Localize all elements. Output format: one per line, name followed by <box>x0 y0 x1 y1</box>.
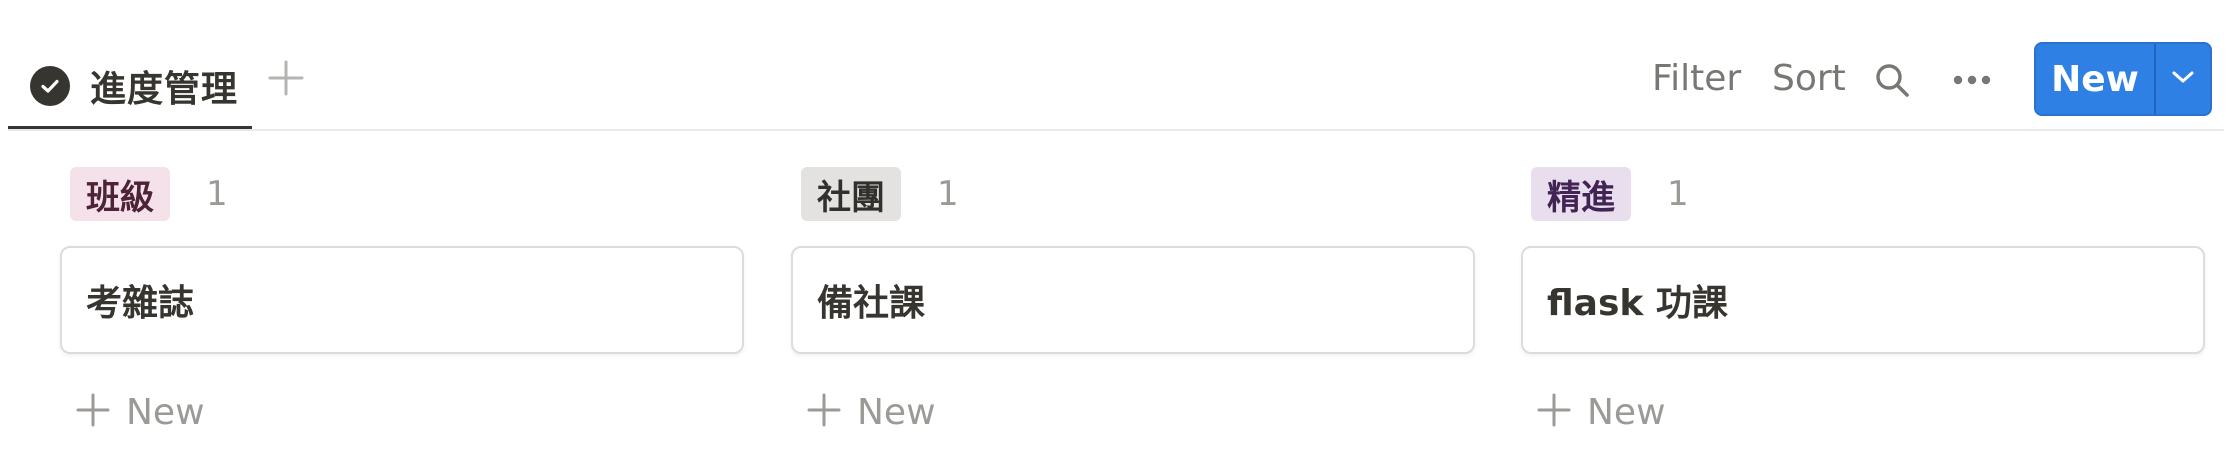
board-card[interactable]: 考雜誌 <box>60 246 744 354</box>
column-header: 班級 1 <box>70 166 228 222</box>
board-card[interactable]: flask 功課 <box>1521 246 2205 354</box>
group-tag[interactable]: 班級 <box>70 167 170 221</box>
add-card-label: New <box>1587 391 1666 433</box>
plus-icon <box>1537 393 1571 431</box>
group-tag[interactable]: 精進 <box>1531 167 1631 221</box>
check-circle-icon <box>30 66 70 106</box>
column-header: 社團 1 <box>801 166 959 222</box>
new-button-group: New <box>2034 42 2212 116</box>
add-view-button[interactable] <box>262 56 310 104</box>
header-divider <box>8 129 2224 131</box>
card-title: flask 功課 <box>1547 283 1728 324</box>
add-card-label: New <box>126 391 205 433</box>
card-title: 考雜誌 <box>86 283 195 324</box>
chevron-down-icon <box>2171 69 2195 89</box>
add-card-button[interactable]: New <box>1537 384 1666 440</box>
tab-label: 進度管理 <box>90 69 239 110</box>
board-header: 進度管理 Filter Sort New <box>0 0 2234 132</box>
card-title: 備社課 <box>817 283 926 324</box>
group-count: 1 <box>206 174 228 214</box>
plus-icon <box>267 59 305 101</box>
add-card-label: New <box>857 391 936 433</box>
group-count: 1 <box>937 174 959 214</box>
tab-view[interactable]: 進度管理 <box>8 40 260 132</box>
group-count: 1 <box>1667 174 1689 214</box>
new-button[interactable]: New <box>2036 44 2154 114</box>
more-horizontal-icon[interactable] <box>1950 58 1994 102</box>
search-icon[interactable] <box>1870 58 1914 102</box>
plus-icon <box>807 393 841 431</box>
column-header: 精進 1 <box>1531 166 1689 222</box>
add-card-button[interactable]: New <box>76 384 205 440</box>
add-card-button[interactable]: New <box>807 384 936 440</box>
new-dropdown-button[interactable] <box>2156 44 2210 114</box>
sort-button[interactable]: Sort <box>1772 58 1846 99</box>
plus-icon <box>76 393 110 431</box>
filter-button[interactable]: Filter <box>1652 58 1741 99</box>
group-tag[interactable]: 社團 <box>801 167 901 221</box>
board-card[interactable]: 備社課 <box>791 246 1475 354</box>
